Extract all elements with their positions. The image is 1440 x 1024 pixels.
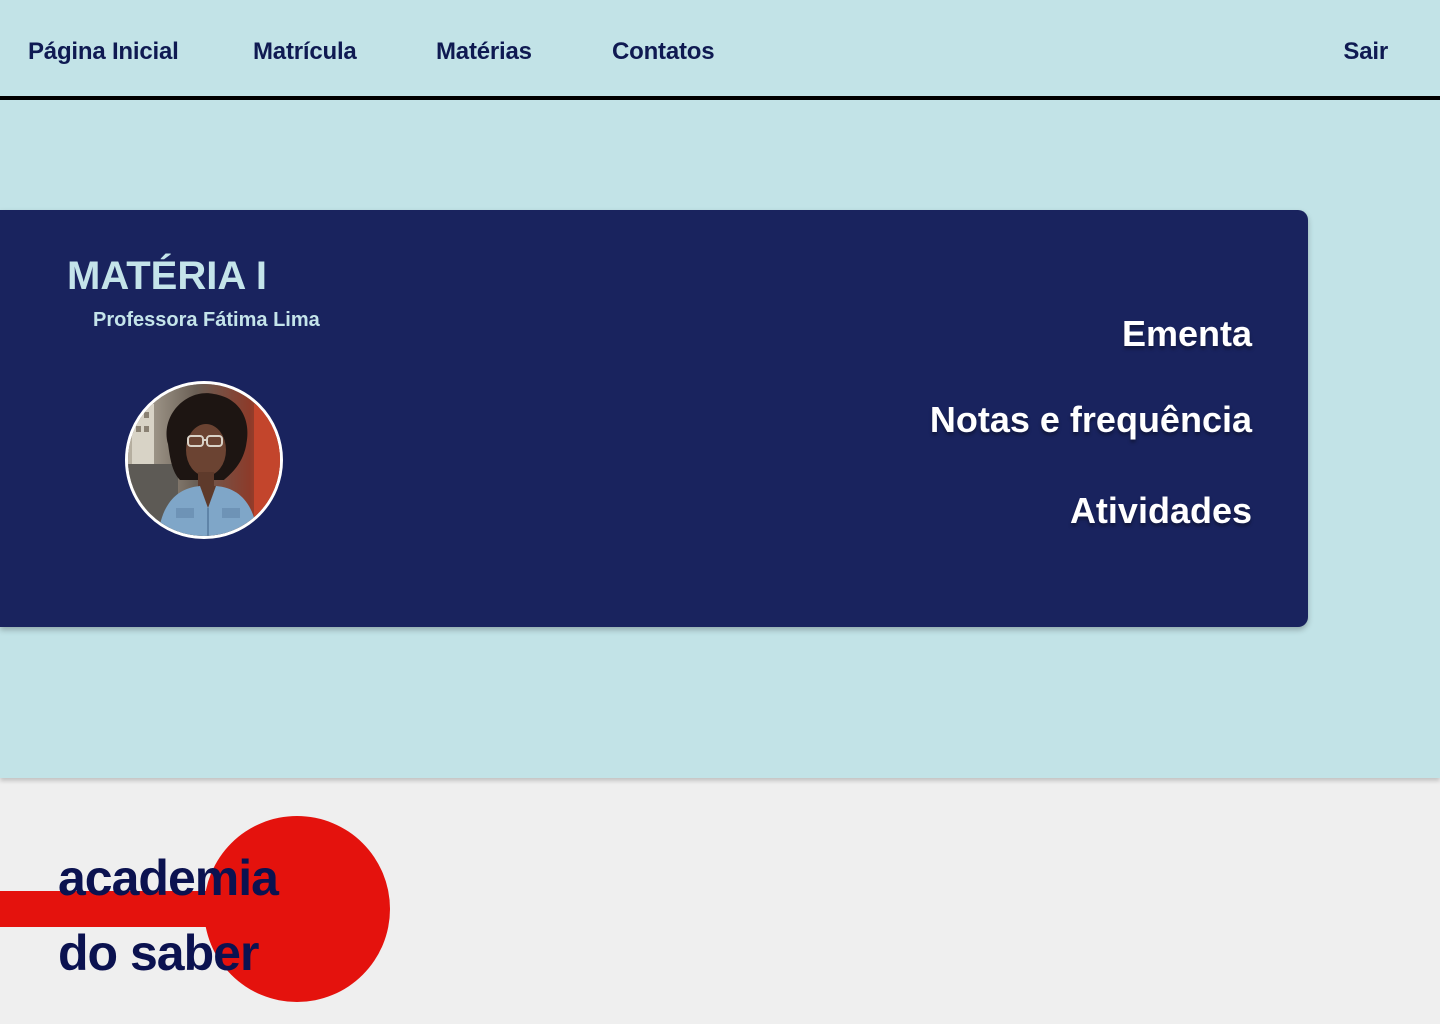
logo-text-do-saber: do saber — [58, 925, 259, 981]
nav-link-home[interactable]: Página Inicial — [28, 36, 179, 68]
grades-attendance-link[interactable]: Notas e frequência — [930, 398, 1252, 442]
activities-link[interactable]: Atividades — [1070, 489, 1252, 533]
course-title: MATÉRIA I — [67, 254, 267, 298]
teacher-avatar — [125, 381, 283, 539]
logo-text-academia: academia — [58, 850, 279, 906]
nav-link-enrollment[interactable]: Matrícula — [253, 36, 357, 68]
teacher-name: Professora Fátima Lima — [93, 309, 320, 331]
course-card: MATÉRIA I Professora Fátima Lima Ementa … — [0, 210, 1308, 627]
top-navigation-bar: Página Inicial Matrícula Matérias Contat… — [0, 0, 1440, 100]
teacher-photo-avatar — [128, 384, 280, 536]
syllabus-link[interactable]: Ementa — [1122, 312, 1252, 356]
hero-section: MATÉRIA I Professora Fátima Lima Ementa … — [0, 100, 1440, 778]
nav-link-subjects[interactable]: Matérias — [436, 36, 532, 68]
nav-link-contacts[interactable]: Contatos — [612, 36, 715, 68]
footer: academia do saber — [0, 778, 1440, 1024]
logout-link[interactable]: Sair — [1343, 36, 1388, 68]
